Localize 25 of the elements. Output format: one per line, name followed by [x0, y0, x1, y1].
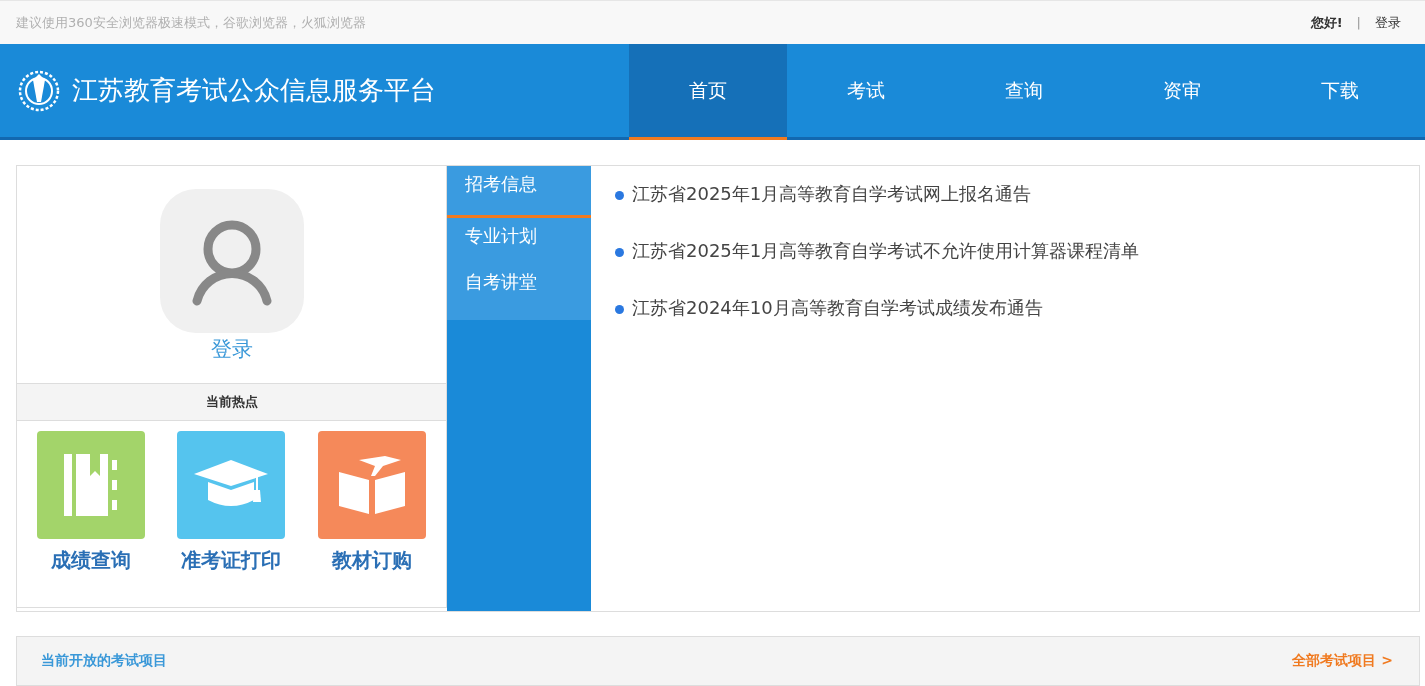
hot-topics-heading: 当前热点 — [17, 383, 446, 421]
all-exams-link[interactable]: 全部考试项目 > — [1292, 652, 1393, 670]
nav-tab[interactable]: 下载 — [1261, 44, 1419, 140]
greeting: 您好! — [1310, 13, 1343, 32]
shortcut-link[interactable]: 成绩查询 — [37, 431, 146, 574]
news-tab[interactable]: 自考讲堂 — [447, 264, 591, 310]
emblem-logo-icon — [18, 69, 60, 112]
browser-notice: 建议使用360安全浏览器极速模式，谷歌浏览器，火狐浏览器 — [16, 13, 366, 32]
login-link[interactable]: 登录 — [210, 335, 253, 363]
news-tab[interactable]: 招考信息 — [447, 166, 591, 218]
separator: | — [1356, 15, 1361, 30]
login-link[interactable]: 登录 — [1375, 13, 1401, 32]
nav-tab[interactable]: 资审 — [1103, 44, 1261, 140]
exam-projects-heading: 当前开放的考试项目 — [41, 652, 167, 670]
shortcut-link[interactable]: 准考证打印 — [177, 431, 286, 574]
nav-tab[interactable]: 查询 — [945, 44, 1103, 140]
news-link[interactable]: 江苏省2025年1月高等教育自学考试网上报名通告 — [613, 180, 1397, 237]
user-avatar-icon — [159, 189, 304, 333]
news-link[interactable]: 江苏省2025年1月高等教育自学考试不允许使用计算器课程清单 — [613, 237, 1397, 294]
nav-tab[interactable]: 首页 — [629, 44, 787, 140]
nav-tab[interactable]: 考试 — [787, 44, 945, 140]
shortcut-link[interactable]: 教材订购 — [317, 431, 426, 574]
news-tab[interactable]: 专业计划 — [447, 218, 591, 264]
news-link[interactable]: 江苏省2024年10月高等教育自学考试成绩发布通告 — [613, 294, 1397, 351]
site-title: 江苏教育考试公众信息服务平台 — [72, 74, 436, 107]
